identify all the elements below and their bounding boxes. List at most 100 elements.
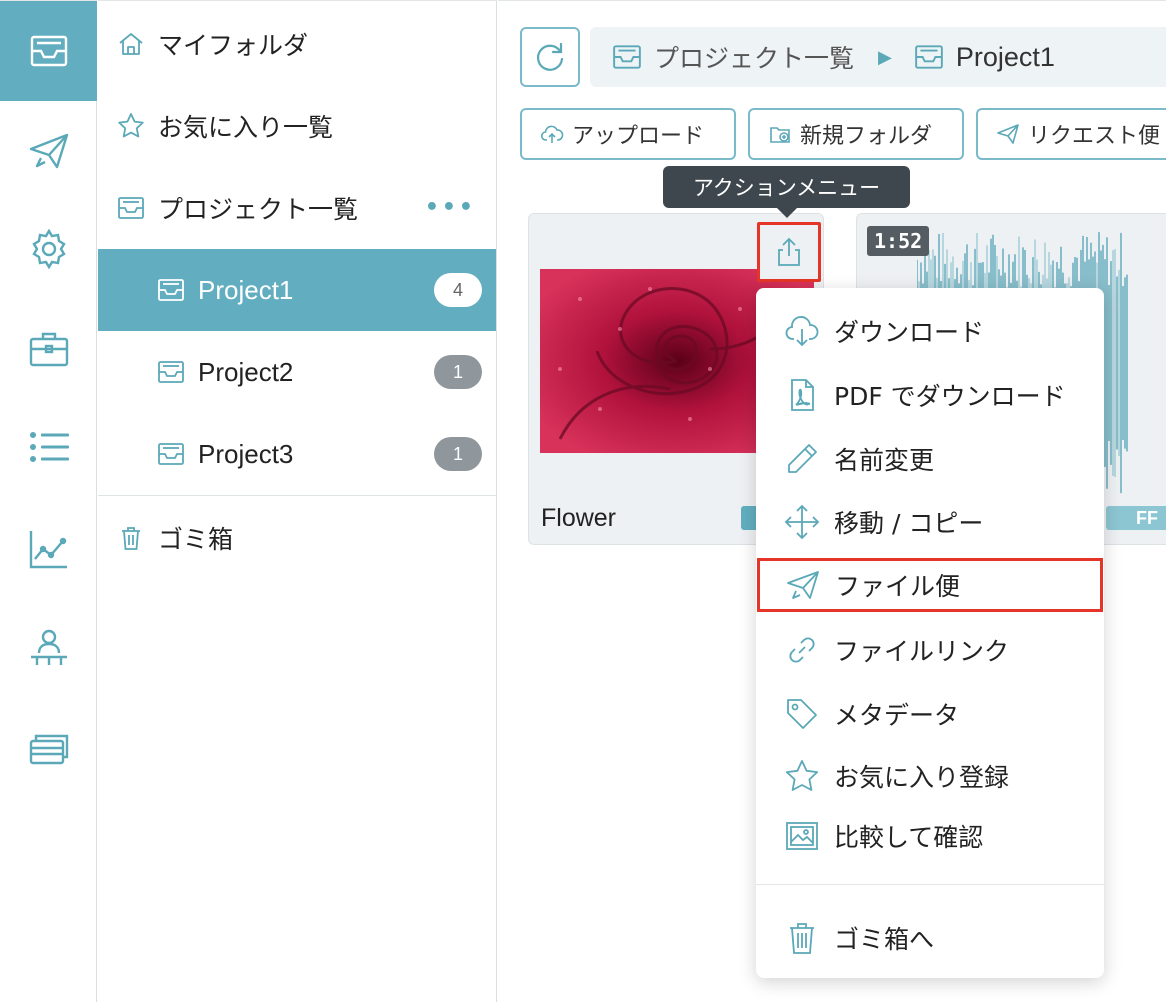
star-icon <box>785 760 819 791</box>
rail-billing[interactable] <box>0 699 97 799</box>
action-menu-button[interactable] <box>757 222 821 282</box>
inbox-folder-icon <box>915 45 943 69</box>
icon-rail <box>0 0 97 1002</box>
trash-icon <box>116 523 146 553</box>
nav-trash[interactable]: ゴミ箱 <box>98 497 496 579</box>
caret-right-icon: ▶ <box>878 46 892 68</box>
card-title: Flower <box>541 504 617 532</box>
rail-settings[interactable] <box>0 199 97 299</box>
menu-file-link[interactable]: ファイルリンク <box>756 619 1104 681</box>
rail-send[interactable] <box>0 101 97 201</box>
nav-favorites[interactable]: お気に入り一覧 <box>98 85 496 167</box>
nav-projects[interactable]: プロジェクト一覧 ••• <box>98 167 496 249</box>
inbox-folder-icon <box>156 439 186 469</box>
inbox-folder-icon <box>156 275 186 305</box>
send-icon <box>29 133 68 169</box>
trash-icon <box>790 923 814 954</box>
menu-pdf-download[interactable]: PDF でダウンロード <box>756 364 1104 426</box>
nav-project-1[interactable]: Project1 4 <box>98 249 496 331</box>
home-icon <box>116 29 146 59</box>
inbox-folder-icon <box>613 45 641 69</box>
count-badge: 1 <box>434 437 482 471</box>
cards-icon <box>29 734 68 765</box>
inbox-folder-icon <box>156 357 186 387</box>
send-icon <box>787 571 819 599</box>
menu-label: ファイルリンク <box>834 637 1010 666</box>
nav-label: お気に入り一覧 <box>158 113 334 142</box>
count-badge: 4 <box>434 273 482 307</box>
org-icon <box>30 629 67 665</box>
breadcrumb-label: Project1 <box>955 41 1055 72</box>
menu-move-copy[interactable]: 移動 / コピー <box>756 491 1104 553</box>
rail-folders[interactable] <box>0 1 97 101</box>
gear-icon <box>31 228 66 270</box>
rail-list[interactable] <box>0 397 97 497</box>
pdf-file-icon <box>791 379 814 411</box>
action-menu: ダウンロード PDF でダウンロード 名前変更 移動 / コピー ファイル便 フ… <box>756 288 1104 978</box>
menu-move-to-trash[interactable]: ゴミ箱へ <box>756 907 1104 969</box>
menu-label: ダウンロード <box>834 318 985 347</box>
menu-file-send[interactable]: ファイル便 <box>757 558 1103 612</box>
inbox-icon <box>30 35 67 67</box>
toolbar: アップロード 新規フォルダ リクエスト便 <box>520 108 1166 160</box>
menu-label: 名前変更 <box>834 446 935 475</box>
link-icon <box>789 637 815 663</box>
divider <box>98 495 496 496</box>
refresh-icon <box>536 42 564 71</box>
menu-label: 移動 / コピー <box>834 509 984 538</box>
nav-label: Project2 <box>198 356 294 387</box>
move-icon <box>784 504 820 540</box>
chart-icon <box>29 531 67 569</box>
menu-add-favorite[interactable]: お気に入り登録 <box>756 745 1104 807</box>
rail-business[interactable] <box>0 299 97 399</box>
rail-users[interactable] <box>0 599 97 699</box>
breadcrumb-current: Project1 <box>914 42 1055 73</box>
menu-label: 比較して確認 <box>834 823 984 852</box>
menu-label: お気に入り登録 <box>834 763 1010 792</box>
menu-label: ファイル便 <box>835 572 961 601</box>
status-badge: FF <box>1106 506 1166 530</box>
nav-label: マイフォルダ <box>158 31 309 60</box>
breadcrumb: プロジェクト一覧 ▶ Project1 <box>590 27 1166 87</box>
cloud-upload-icon <box>540 125 564 143</box>
count-badge: 1 <box>434 355 482 389</box>
menu-rename[interactable]: 名前変更 <box>756 428 1104 490</box>
menu-metadata[interactable]: メタデータ <box>756 683 1104 745</box>
new-folder-label: 新規フォルダ <box>800 124 933 149</box>
request-button[interactable]: リクエスト便 <box>976 108 1166 160</box>
pencil-icon <box>788 444 817 473</box>
nav-project-3[interactable]: Project3 1 <box>98 413 496 495</box>
menu-label: ゴミ箱へ <box>834 925 935 954</box>
refresh-button[interactable] <box>520 27 580 87</box>
more-options-icon[interactable]: ••• <box>425 195 476 220</box>
rail-analytics[interactable] <box>0 499 97 599</box>
nav-label: プロジェクト一覧 <box>158 195 359 224</box>
tag-icon <box>787 699 817 729</box>
send-icon <box>997 124 1019 144</box>
menu-compare[interactable]: 比較して確認 <box>756 805 1104 867</box>
image-compare-icon <box>786 822 818 850</box>
list-icon <box>29 432 69 462</box>
new-folder-button[interactable]: 新規フォルダ <box>748 108 964 160</box>
breadcrumb-root[interactable]: プロジェクト一覧 <box>612 39 854 75</box>
nav-label: ゴミ箱 <box>158 525 234 554</box>
menu-download[interactable]: ダウンロード <box>756 300 1104 362</box>
nav-label: Project1 <box>198 274 294 305</box>
nav-my-folder[interactable]: マイフォルダ <box>98 3 496 85</box>
menu-label: PDF でダウンロード <box>834 382 1066 411</box>
menu-divider <box>756 884 1104 885</box>
briefcase-icon <box>29 332 68 367</box>
action-menu-tooltip: アクションメニュー <box>663 166 910 218</box>
share-icon <box>778 237 800 266</box>
cloud-download-icon <box>785 316 819 347</box>
duration-badge: 1:52 <box>867 226 930 256</box>
folder-panel: マイフォルダ お気に入り一覧 プロジェクト一覧 ••• Project1 4 P… <box>98 0 497 1002</box>
request-label: リクエスト便 <box>1028 124 1161 149</box>
inbox-folder-icon <box>116 193 146 223</box>
folder-plus-icon <box>770 127 790 143</box>
upload-button[interactable]: アップロード <box>520 108 736 160</box>
breadcrumb-label: プロジェクト一覧 <box>654 44 855 73</box>
menu-label: メタデータ <box>834 701 960 730</box>
nav-project-2[interactable]: Project2 1 <box>98 331 496 413</box>
star-icon <box>116 111 146 141</box>
